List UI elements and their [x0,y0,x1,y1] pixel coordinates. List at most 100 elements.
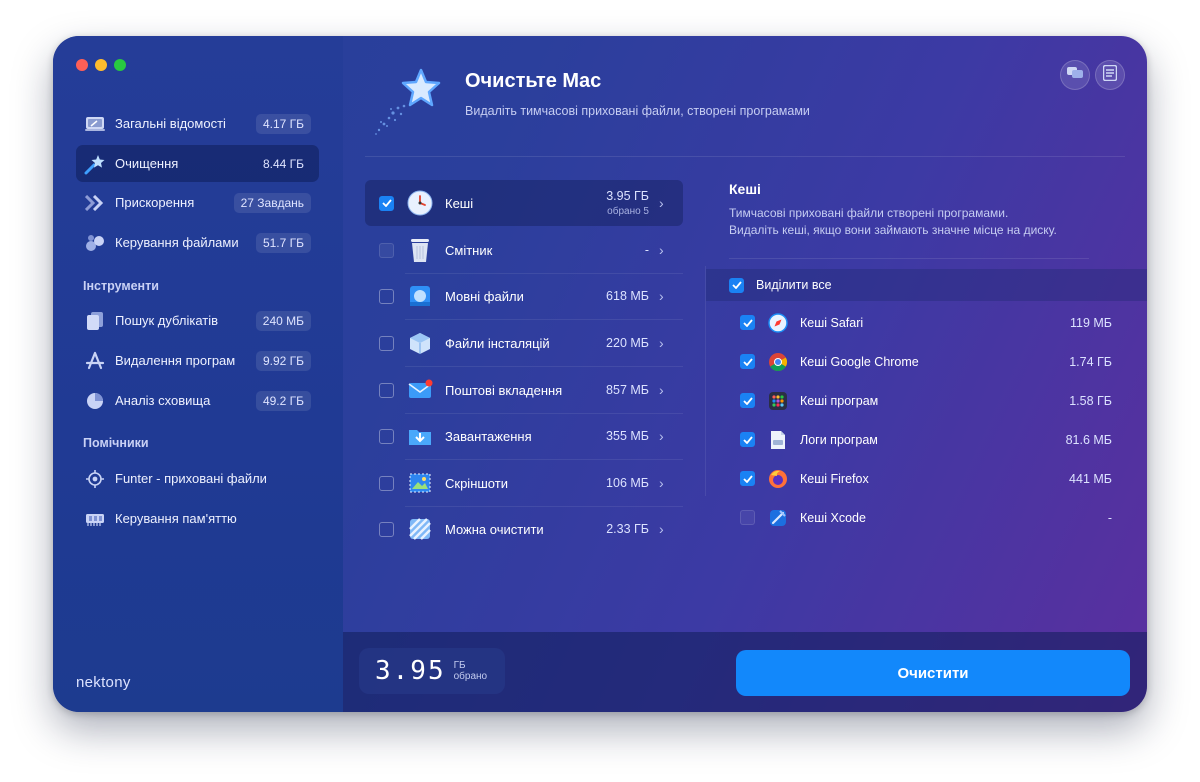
checkbox[interactable] [740,315,755,330]
chevron-right-icon: › [659,335,664,351]
clean-button[interactable]: Очистити [736,650,1130,696]
category-label: Смітник [445,242,493,258]
selected-total: 3.95 ГБ обрано [359,648,505,694]
category-row-mail-attachments[interactable]: Поштові вкладення 857 МБ › [365,367,683,414]
sidebar-item-memory[interactable]: Керування пам'яттю [76,500,319,537]
screenshot-icon [406,469,434,497]
category-row-downloads[interactable]: Завантаження 355 МБ › [365,413,683,460]
log-file-icon [768,430,788,450]
chevron-right-icon: › [659,288,664,304]
select-all-row[interactable]: Виділити все [706,269,1147,301]
checkbox[interactable] [379,335,394,351]
page-subtitle: Видаліть тимчасові приховані файли, ство… [465,104,810,118]
checkbox[interactable] [379,475,394,491]
package-icon [406,329,434,357]
sidebar-item-file-management[interactable]: Керування файлами 51.7 ГБ [76,224,319,261]
cache-item-label: Кеші Google Chrome [800,354,919,369]
striped-disk-icon [406,515,434,543]
sidebar-item-badge: 27 Завдань [233,192,311,213]
sidebar-item-uninstaller[interactable]: Видалення програм 9.92 ГБ [76,342,319,379]
cache-item-label: Кеші програм [800,393,879,408]
category-row-caches[interactable]: Кеші 3.95 ГБ обрано 5 › [365,180,683,226]
category-label: Скріншоти [445,475,508,491]
checkbox[interactable] [379,242,394,258]
category-row-trash[interactable]: Смітник - › [365,227,683,274]
sidebar-item-funter[interactable]: Funter - приховані файли [76,460,319,497]
cache-item-xcode[interactable]: Кеші Xcode - [740,498,1112,537]
checkbox[interactable] [740,432,755,447]
checkbox[interactable] [740,393,755,408]
sidebar-item-overview[interactable]: Загальні відомості 4.17 ГБ [76,105,319,142]
chevron-right-icon: › [659,428,664,444]
selected-total-unit-label: ГБ [453,660,466,671]
category-label: Завантаження [445,428,532,444]
checkbox[interactable] [379,288,394,304]
chevron-right-icon: › [659,475,664,491]
category-row-purgeable[interactable]: Можна очистити 2.33 ГБ › [365,506,683,552]
pie-chart-icon [84,390,106,412]
firefox-icon [768,469,788,489]
page-title: Очистьте Mac [465,70,602,92]
sidebar-item-badge: 51.7 ГБ [255,232,311,253]
tools-section-title: Інструменти [83,279,159,293]
cache-item-label: Кеші Safari [800,315,864,330]
category-label: Поштові вкладення [445,382,563,398]
checkbox[interactable] [740,354,755,369]
checkbox[interactable] [740,471,755,486]
category-size: 355 МБ [606,429,649,443]
chevron-right-icon: › [659,521,664,537]
star-wand-icon [84,153,106,175]
category-size: 857 МБ [606,383,649,397]
cache-item-size: 1.74 ГБ [1069,354,1112,369]
zoom-window-button[interactable] [114,59,126,71]
sidebar-item-label: Пошук дублікатів [115,313,219,328]
category-row-language-files[interactable]: Мовні файли 618 МБ › [365,273,683,320]
sidebar-item-speedup[interactable]: Прискорення 27 Завдань [76,184,319,221]
cache-item-label: Кеші Firefox [800,471,869,486]
cleanup-star-icon [371,64,445,138]
sidebar-item-cleanup[interactable]: Очищення 8.44 ГБ [76,145,319,182]
cache-item-safari[interactable]: Кеші Safari 119 МБ [740,303,1112,342]
memory-chip-icon [84,508,106,530]
language-flag-icon [406,282,434,310]
category-size: 220 МБ [606,336,649,350]
sidebar-item-badge: 4.17 ГБ [255,113,311,134]
selected-total-unit-sub: обрано [453,671,488,682]
chat-support-button[interactable] [1060,60,1090,90]
sidebar-item-duplicates[interactable]: Пошук дублікатів 240 МБ [76,302,319,339]
detail-description-line: Видаліть кеші, якщо вони займають значне… [729,223,1057,237]
minimize-window-button[interactable] [95,59,107,71]
chevron-right-icon: › [659,195,664,211]
close-window-button[interactable] [76,59,88,71]
cache-item-logs[interactable]: Логи програм 81.6 МБ [740,420,1112,459]
chevron-right-icon: › [659,242,664,258]
category-row-installers[interactable]: Файли інсталяцій 220 МБ › [365,320,683,367]
notes-button[interactable] [1095,60,1125,90]
category-row-screenshots[interactable]: Скріншоти 106 МБ › [365,460,683,507]
sidebar-item-label: Видалення програм [115,353,236,368]
select-all-checkbox[interactable] [729,277,744,293]
category-label: Файли інсталяцій [445,335,550,351]
downloads-folder-icon [406,422,434,450]
duplicate-files-icon [84,310,106,332]
sidebar-item-badge: 49.2 ГБ [255,390,311,411]
cache-item-firefox[interactable]: Кеші Firefox 441 МБ [740,459,1112,498]
checkbox[interactable] [379,521,394,537]
sidebar-item-label: Керування файлами [115,235,239,250]
cache-item-chrome[interactable]: Кеші Google Chrome 1.74 ГБ [740,342,1112,381]
cache-item-apps[interactable]: Кеші програм 1.58 ГБ [740,381,1112,420]
helpers-section-title: Помічники [83,436,149,450]
fast-forward-icon [84,192,106,214]
sidebar-item-label: Funter - приховані файли [115,471,267,486]
category-size: 106 МБ [606,476,649,490]
sidebar-item-label: Загальні відомості [115,116,226,131]
category-size: 618 МБ [606,289,649,303]
target-icon [84,468,106,490]
sidebar: Загальні відомості 4.17 ГБ Очищення 8.44… [53,36,343,712]
checkbox[interactable] [740,510,755,525]
checkbox[interactable] [379,382,394,398]
checkbox[interactable] [379,428,394,444]
app-store-icon [84,350,106,372]
checkbox[interactable] [379,195,394,211]
sidebar-item-storage-analysis[interactable]: Аналіз сховища 49.2 ГБ [76,382,319,419]
